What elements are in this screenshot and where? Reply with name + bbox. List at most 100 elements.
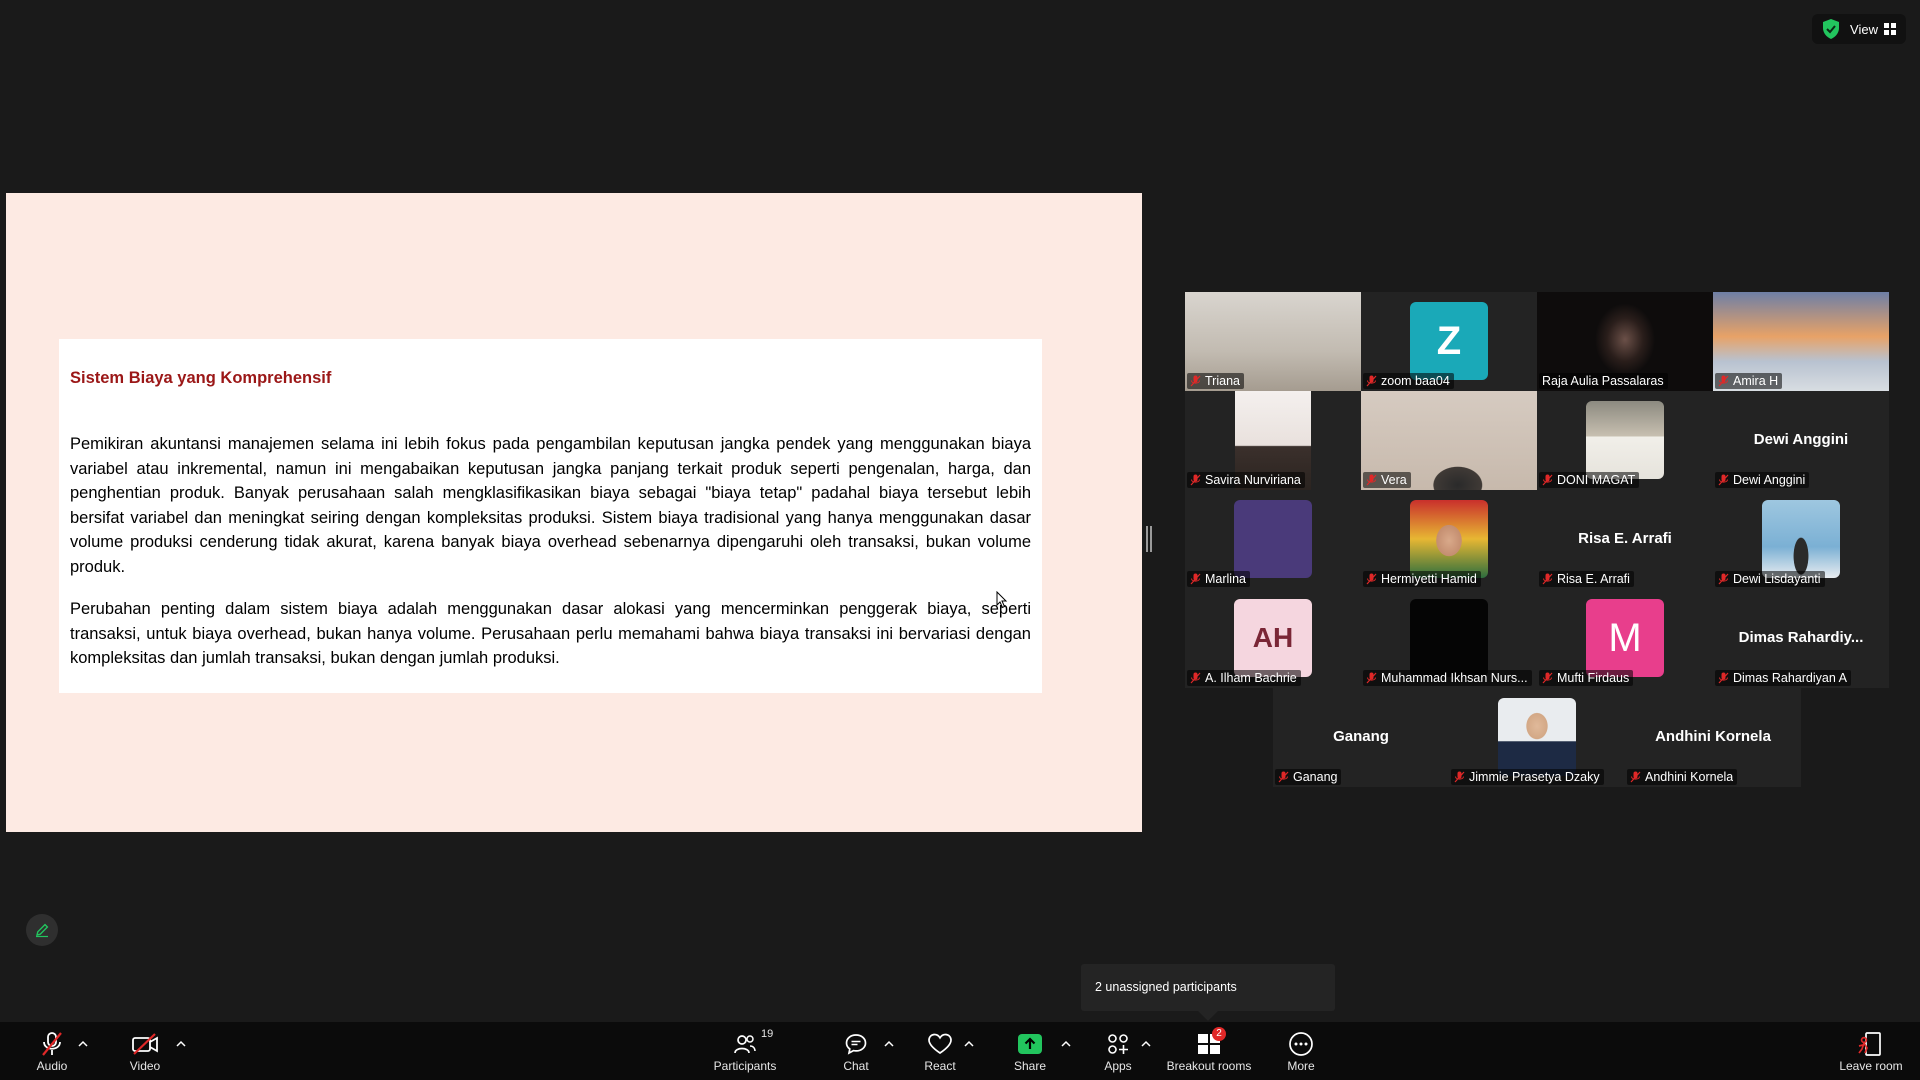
leave-room-label: Leave room	[1839, 1059, 1903, 1073]
participant-name: Amira H	[1733, 374, 1779, 388]
video-label: Video	[129, 1059, 161, 1073]
participant-tile[interactable]: Marlina	[1185, 490, 1361, 589]
participant-name-plate: Dewi Lisdayanti	[1715, 571, 1825, 587]
participant-tile[interactable]: Amira H	[1713, 292, 1889, 391]
mic-muted-icon	[1542, 573, 1553, 585]
participant-name-plate: Risa E. Arrafi	[1539, 571, 1634, 587]
leave-room-button[interactable]: Leave room	[1836, 1022, 1906, 1080]
slide-title: Sistem Biaya yang Komprehensif	[70, 369, 332, 387]
participant-tile[interactable]: Muhammad Ikhsan Nurs...	[1361, 589, 1537, 688]
participant-name-plate: Ganang	[1275, 769, 1342, 785]
participant-name: Jimmie Prasetya Dzaky	[1469, 770, 1600, 784]
participant-name-plate: Amira H	[1715, 373, 1783, 389]
unassigned-participants-notice[interactable]: 2 unassigned participants	[1081, 964, 1335, 1011]
mic-muted-icon	[1542, 474, 1553, 486]
audio-label: Audio	[36, 1059, 68, 1073]
apps-options-caret-icon[interactable]	[1141, 1040, 1151, 1048]
participant-name: Triana	[1205, 374, 1240, 388]
mic-muted-icon	[1542, 672, 1553, 684]
participant-tile[interactable]: Andhini Kornela Andhini Kornela	[1625, 688, 1801, 787]
participant-name: Savira Nurviriana	[1205, 473, 1301, 487]
participant-display-name: Andhini Kornela	[1655, 728, 1771, 745]
participant-name: Raja Aulia Passalaras	[1542, 374, 1664, 388]
mic-muted-icon	[1190, 375, 1201, 387]
participant-tile[interactable]: Vera	[1361, 391, 1537, 490]
mic-muted-icon	[42, 1032, 62, 1056]
participant-tile-active-speaker[interactable]: Raja Aulia Passalaras	[1537, 292, 1713, 391]
participant-avatar: M	[1586, 599, 1664, 677]
participant-name-plate: Andhini Kornela	[1627, 769, 1738, 785]
participant-tile[interactable]: Z zoom baa04	[1361, 292, 1537, 391]
audio-options-caret-icon[interactable]	[78, 1040, 88, 1048]
participant-tile[interactable]: Dewi Anggini Dewi Anggini	[1713, 391, 1889, 490]
share-arrow-icon	[1018, 1034, 1042, 1054]
video-options-caret-icon[interactable]	[176, 1040, 186, 1048]
mic-muted-icon	[1366, 672, 1377, 684]
participant-tile[interactable]: Ganang Ganang	[1273, 688, 1449, 787]
slide-content: Sistem Biaya yang Komprehensif Pemikiran…	[59, 339, 1042, 693]
meeting-toolbar: Audio Video 19 Participants Chat React S…	[0, 1022, 1920, 1080]
participant-tile[interactable]: Savira Nurviriana	[1185, 391, 1361, 490]
chat-options-caret-icon[interactable]	[884, 1040, 894, 1048]
breakout-rooms-button[interactable]: 2 Breakout rooms	[1163, 1022, 1255, 1080]
participant-avatar: AH	[1234, 599, 1312, 677]
participant-avatar	[1234, 500, 1312, 578]
participant-display-name: Ganang	[1333, 728, 1389, 745]
participant-avatar: Z	[1410, 302, 1488, 380]
participant-tile[interactable]: Risa E. Arrafi Risa E. Arrafi	[1537, 490, 1713, 589]
chat-icon	[845, 1034, 867, 1055]
react-options-caret-icon[interactable]	[964, 1040, 974, 1048]
participant-name-plate: A. Ilham Bachrie	[1187, 670, 1301, 686]
participant-tile[interactable]: Jimmie Prasetya Dzaky	[1449, 688, 1625, 787]
video-button[interactable]: Video	[122, 1022, 168, 1080]
participant-tile[interactable]: DONI MAGAT	[1537, 391, 1713, 490]
participant-name-plate: Muhammad Ikhsan Nurs...	[1363, 670, 1532, 686]
participant-name-plate: Hermiyetti Hamid	[1363, 571, 1481, 587]
share-button[interactable]: Share	[1010, 1022, 1050, 1080]
shield-check-icon[interactable]	[1822, 19, 1840, 39]
breakout-badge: 2	[1212, 1027, 1226, 1041]
participant-tile[interactable]: Triana	[1185, 292, 1361, 391]
participant-display-name: Risa E. Arrafi	[1578, 530, 1672, 547]
view-label: View	[1850, 21, 1878, 37]
participants-button[interactable]: 19 Participants	[712, 1022, 778, 1080]
apps-icon	[1108, 1034, 1128, 1054]
participant-name: zoom baa04	[1381, 374, 1450, 388]
react-button[interactable]: React	[920, 1022, 960, 1080]
grid-icon	[1884, 23, 1896, 35]
participant-tile[interactable]: Hermiyetti Hamid	[1361, 490, 1537, 589]
react-label: React	[924, 1059, 956, 1073]
mic-muted-icon	[1718, 672, 1729, 684]
top-right-controls: View	[1812, 14, 1906, 44]
mic-muted-icon	[1366, 375, 1377, 387]
participant-name: Muhammad Ikhsan Nurs...	[1381, 671, 1528, 685]
participant-name-plate: Mufti Firdaus	[1539, 670, 1634, 686]
audio-button[interactable]: Audio	[30, 1022, 74, 1080]
meeting-window: View Sistem Biaya yang Komprehensif Pemi…	[0, 0, 1920, 1080]
annotate-button[interactable]	[26, 914, 58, 946]
participant-name-plate: Jimmie Prasetya Dzaky	[1451, 769, 1604, 785]
participant-tile[interactable]: Dewi Lisdayanti	[1713, 490, 1889, 589]
chat-button[interactable]: Chat	[836, 1022, 876, 1080]
participant-tile[interactable]: M Mufti Firdaus	[1537, 589, 1713, 688]
share-options-caret-icon[interactable]	[1061, 1040, 1071, 1048]
participant-name: DONI MAGAT	[1557, 473, 1636, 487]
mic-muted-icon	[1718, 375, 1729, 387]
shared-screen: Sistem Biaya yang Komprehensif Pemikiran…	[6, 193, 1142, 832]
pencil-icon	[36, 923, 49, 938]
share-label: Share	[1013, 1059, 1047, 1073]
mic-muted-icon	[1454, 771, 1465, 783]
participant-name-plate: Dewi Anggini	[1715, 472, 1810, 488]
participant-tile[interactable]: Dimas Rahardiy... Dimas Rahardiyan A	[1713, 589, 1889, 688]
view-button[interactable]: View	[1850, 22, 1896, 37]
apps-button[interactable]: Apps	[1098, 1022, 1138, 1080]
participant-tile[interactable]: AH A. Ilham Bachrie	[1185, 589, 1361, 688]
participant-name-plate: Marlina	[1187, 571, 1250, 587]
chat-label: Chat	[843, 1059, 869, 1073]
participant-name: Ganang	[1293, 770, 1338, 784]
participant-name: Marlina	[1205, 572, 1246, 586]
mic-muted-icon	[1190, 474, 1201, 486]
people-icon	[734, 1035, 756, 1054]
split-view-divider[interactable]	[1146, 526, 1152, 552]
more-button[interactable]: More	[1281, 1022, 1321, 1080]
